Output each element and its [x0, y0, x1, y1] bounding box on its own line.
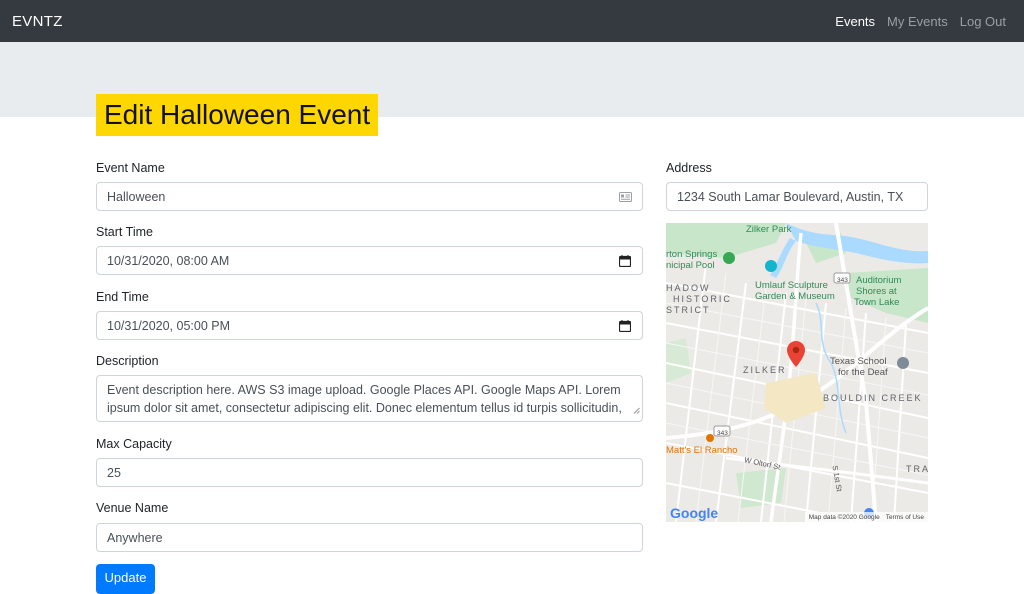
- map-highway-shield-label: 343: [717, 430, 728, 437]
- description-label: Description: [96, 354, 159, 368]
- map-label-bouldin: BOULDIN CREEK: [823, 393, 923, 403]
- start-time-label: Start Time: [96, 225, 153, 239]
- max-capacity-label: Max Capacity: [96, 437, 172, 451]
- map-label-auditorium-2: Shores at: [856, 286, 897, 297]
- map-attribution: Map data ©2020 Google Terms of Use: [804, 512, 928, 523]
- map-view[interactable]: Zilker Park rton Springs nicipal Pool Um…: [666, 223, 928, 522]
- address-label: Address: [666, 161, 712, 175]
- end-time-value: 10/31/2020, 05:00 PM: [107, 318, 231, 333]
- page-title: Edit Halloween Event: [104, 99, 371, 130]
- event-name-label: Event Name: [96, 161, 165, 175]
- map-label-hist-3: STRICT: [666, 305, 711, 315]
- start-time-value: 10/31/2020, 08:00 AM: [107, 253, 230, 268]
- venue-name-value: Anywhere: [107, 530, 163, 545]
- map-label-mattes: Matt's El Rancho: [666, 445, 738, 456]
- map-label-texas-school-2: for the Deaf: [838, 367, 888, 378]
- map-label-texas-school-1: Texas School: [830, 356, 887, 367]
- event-name-value: Halloween: [107, 189, 166, 204]
- map-label-hist-1: HADOW: [666, 283, 711, 293]
- map-label-auditorium-1: Auditorium: [856, 275, 902, 286]
- brand-logo[interactable]: EVNTZ: [12, 13, 63, 30]
- venue-name-field[interactable]: Anywhere: [96, 523, 643, 552]
- description-field[interactable]: Event description here. AWS S3 image upl…: [96, 375, 643, 422]
- address-value: 1234 South Lamar Boulevard, Austin, TX: [677, 189, 904, 204]
- description-line-2: ipsum dolor sit amet, consectetur adipis…: [107, 401, 622, 415]
- address-field[interactable]: 1234 South Lamar Boulevard, Austin, TX: [666, 182, 928, 211]
- page-title-highlight: Edit Halloween Event: [96, 94, 379, 136]
- event-name-field[interactable]: Halloween: [96, 182, 643, 211]
- nav-link-logout[interactable]: Log Out: [960, 14, 1006, 29]
- venue-name-label: Venue Name: [96, 501, 169, 515]
- map-terms-link[interactable]: Terms of Use: [886, 512, 924, 523]
- map-label-umlauf-1: Umlauf Sculpture: [755, 280, 828, 291]
- map-data-credit: Map data ©2020 Google: [808, 513, 880, 521]
- start-time-field[interactable]: 10/31/2020, 08:00 AM: [96, 246, 643, 275]
- description-line-1: Event description here. AWS S3 image upl…: [107, 383, 621, 397]
- resize-handle-icon[interactable]: [633, 401, 640, 419]
- google-logo: Google: [670, 505, 719, 521]
- map-label-tra: TRA: [906, 464, 928, 474]
- map-label-springs-2: nicipal Pool: [666, 260, 715, 271]
- contact-card-icon: [618, 190, 632, 204]
- map-label-hist-2: HISTORIC: [673, 294, 732, 304]
- map-label-zilker-park: Zilker Park: [746, 224, 792, 235]
- nav-links: Events My Events Log Out: [835, 14, 1006, 29]
- end-time-label: End Time: [96, 290, 149, 304]
- update-button[interactable]: Update: [96, 564, 155, 594]
- map-highway-shield-label: 343: [837, 277, 848, 284]
- map-label-umlauf-2: Garden & Museum: [755, 291, 835, 302]
- map-label-springs-1: rton Springs: [666, 249, 718, 260]
- calendar-icon[interactable]: [618, 254, 632, 268]
- map-label-zilker: ZILKER: [743, 365, 787, 375]
- max-capacity-field[interactable]: 25: [96, 458, 643, 487]
- calendar-icon[interactable]: [618, 319, 632, 333]
- navbar: EVNTZ Events My Events Log Out: [0, 0, 1024, 42]
- nav-link-events[interactable]: Events: [835, 14, 875, 29]
- end-time-field[interactable]: 10/31/2020, 05:00 PM: [96, 311, 643, 340]
- nav-link-my-events[interactable]: My Events: [887, 14, 948, 29]
- max-capacity-value: 25: [107, 465, 121, 480]
- map-label-auditorium-3: Town Lake: [854, 297, 900, 308]
